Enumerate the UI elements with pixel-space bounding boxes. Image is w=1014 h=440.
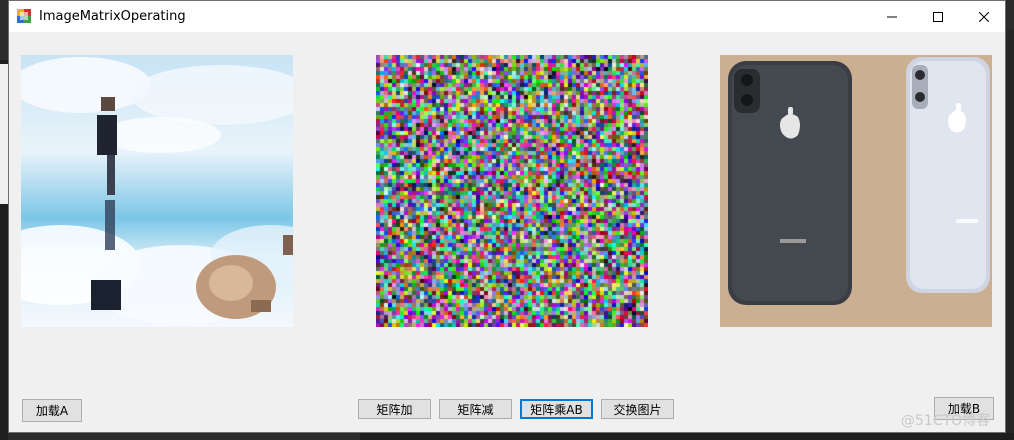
- background-editor-edge: [1006, 30, 1014, 440]
- result-picturebox: [376, 55, 648, 327]
- title-bar[interactable]: ImageMatrixOperating: [9, 1, 1005, 32]
- background-window-edge: [0, 64, 8, 204]
- matrix-multiply-ab-button[interactable]: 矩阵乘AB: [520, 399, 593, 419]
- close-button[interactable]: [961, 1, 1007, 32]
- result-image: [376, 55, 648, 327]
- maximize-button[interactable]: [915, 1, 961, 32]
- background-taskbar-edge: [360, 433, 1014, 440]
- matrix-add-button[interactable]: 矩阵加: [358, 399, 431, 419]
- minimize-button[interactable]: [869, 1, 915, 32]
- image-b-picturebox: [720, 55, 992, 327]
- image-a-picturebox: [21, 55, 293, 327]
- app-window: ImageMatrixOperating 加载A 矩阵加 矩阵减 矩阵乘AB 交…: [8, 0, 1006, 433]
- image-a: [21, 55, 293, 327]
- image-b: [720, 55, 992, 327]
- swap-images-button[interactable]: 交换图片: [601, 399, 674, 419]
- app-icon: [17, 9, 31, 23]
- close-icon: [979, 11, 989, 22]
- minimize-icon: [887, 16, 897, 17]
- watermark: @51CTO博客: [901, 413, 991, 429]
- maximize-icon: [933, 11, 943, 22]
- matrix-subtract-button[interactable]: 矩阵减: [439, 399, 512, 419]
- load-a-button[interactable]: 加载A: [22, 399, 82, 422]
- window-title: ImageMatrixOperating: [39, 9, 186, 24]
